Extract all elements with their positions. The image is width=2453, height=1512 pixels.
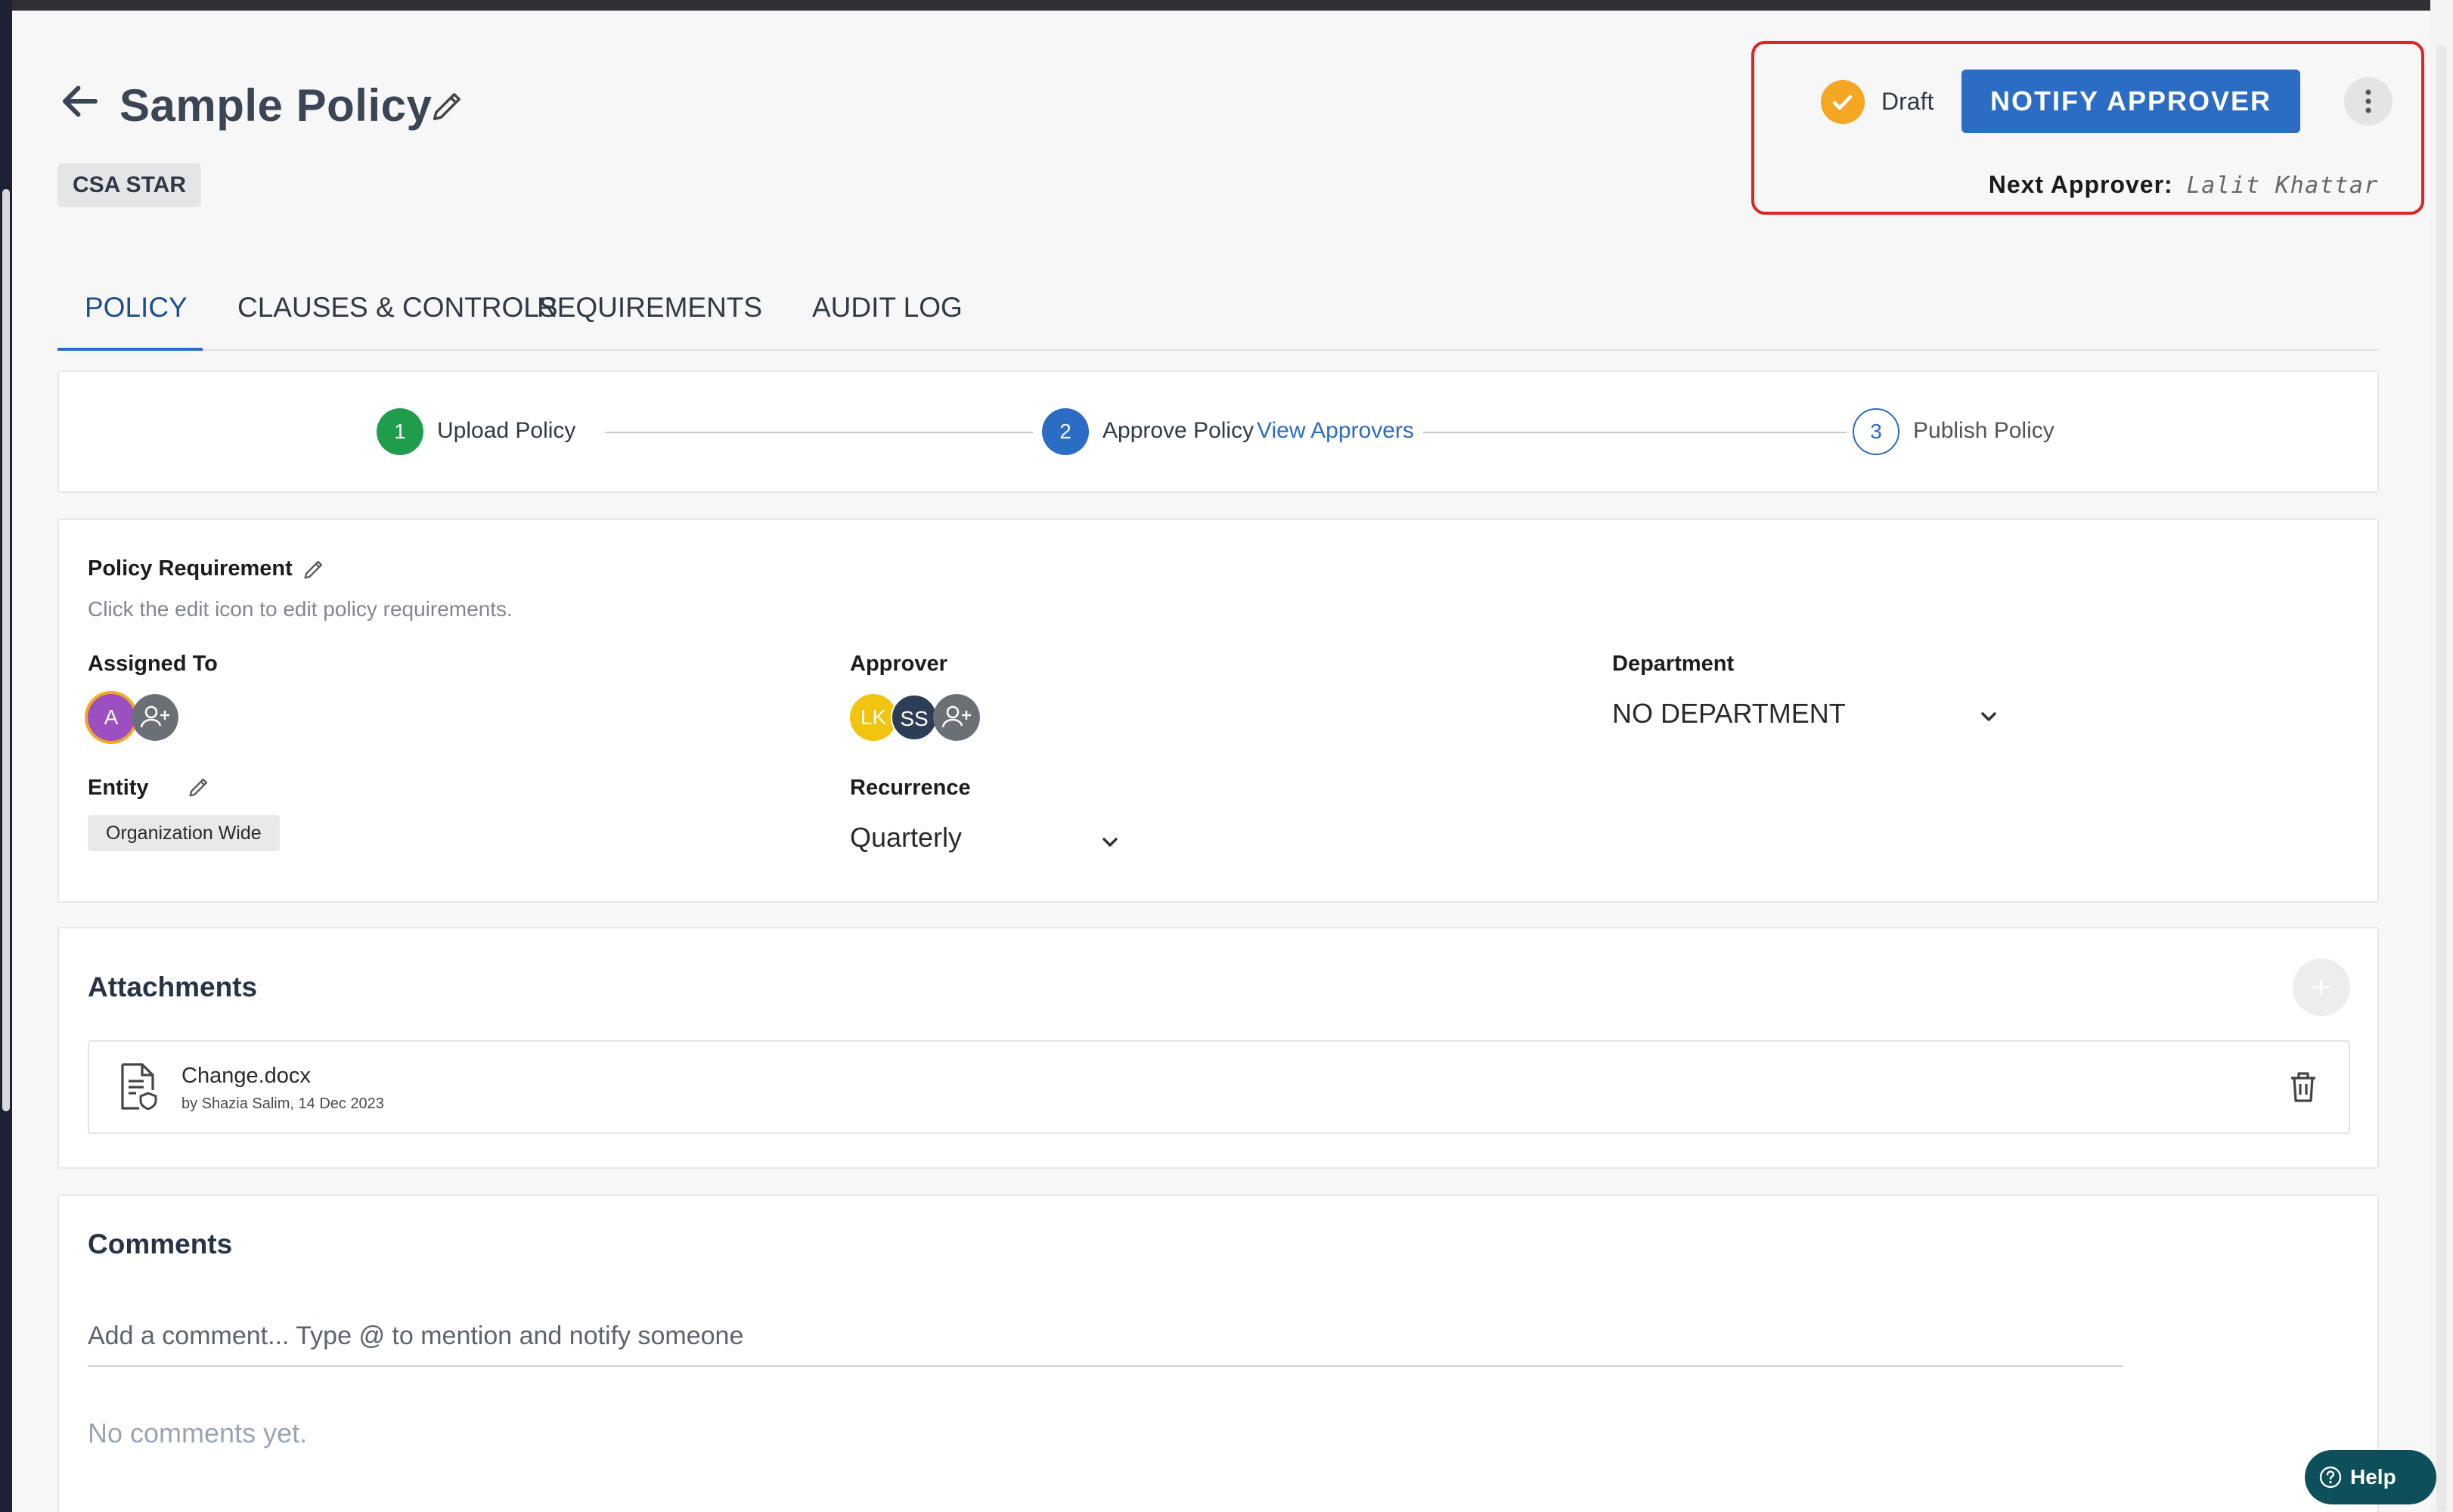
- add-assignee-icon[interactable]: [132, 694, 178, 741]
- avatar[interactable]: A: [88, 694, 135, 741]
- back-arrow-icon[interactable]: [57, 79, 103, 124]
- more-options-icon[interactable]: [2344, 77, 2393, 125]
- avatar[interactable]: SS: [891, 694, 938, 741]
- recurrence-select[interactable]: Quarterly: [850, 820, 962, 856]
- step-2-circle: 2: [1042, 408, 1089, 455]
- next-approver: Next Approver: Lalit Khattar: [1989, 169, 2379, 201]
- recurrence-label: Recurrence: [850, 776, 971, 800]
- attachments-title: Attachments: [88, 971, 258, 1002]
- step-1-label: Upload Policy: [437, 418, 576, 443]
- chevron-down-icon[interactable]: [1977, 705, 2001, 729]
- draft-check-icon: [1821, 80, 1865, 124]
- left-scrollbar-thumb[interactable]: [2, 189, 10, 1111]
- step-1-circle: 1: [377, 408, 423, 455]
- list-item[interactable]: Change.docx by Shazia Salim, 14 Dec 2023: [88, 1040, 2350, 1134]
- page-title: Sample Policy: [119, 80, 433, 131]
- next-approver-label: Next Approver:: [1988, 171, 2173, 198]
- avatar[interactable]: LK: [850, 694, 897, 741]
- help-button[interactable]: Help: [2305, 1450, 2436, 1504]
- active-tab-indicator: [57, 348, 203, 351]
- right-scrollbar-track: [2430, 0, 2453, 1512]
- help-label: Help: [2350, 1465, 2396, 1489]
- document-icon: [121, 1063, 157, 1110]
- tab-bar: POLICY CLAUSES & CONTROLS REQUIREMENTS A…: [57, 268, 2379, 351]
- policy-requirement-hint: Click the edit icon to edit policy requi…: [88, 597, 513, 621]
- entity-label: Entity: [88, 776, 149, 800]
- tab-requirements[interactable]: REQUIREMENTS: [537, 289, 762, 327]
- comment-input[interactable]: [88, 1306, 2123, 1367]
- edit-title-pencil-icon[interactable]: [428, 86, 467, 125]
- tab-audit-log[interactable]: AUDIT LOG: [812, 289, 963, 327]
- add-attachment-icon[interactable]: [2293, 959, 2350, 1016]
- tab-policy[interactable]: POLICY: [85, 289, 188, 327]
- workflow-stepper: 1 Upload Policy 2 Approve Policy View Ap…: [57, 370, 2379, 493]
- step-3-circle: 3: [1853, 408, 1899, 455]
- step-connector: [1423, 432, 1847, 433]
- tab-clauses-controls[interactable]: CLAUSES & CONTROLS: [237, 289, 558, 327]
- view-approvers-link[interactable]: View Approvers: [1257, 416, 1414, 446]
- approver-label: Approver: [850, 652, 947, 676]
- browser-top-bar: [0, 0, 2453, 11]
- step-3-label: Publish Policy: [1913, 418, 2055, 443]
- notify-approver-button[interactable]: NOTIFY APPROVER: [1961, 70, 2300, 133]
- status-label: Draft: [1881, 88, 1934, 115]
- add-approver-icon[interactable]: [933, 694, 980, 741]
- comments-card: Comments No comments yet.: [57, 1194, 2379, 1512]
- attachments-card: Attachments Change.docx by Shazia Salim,…: [57, 927, 2379, 1169]
- step-connector: [605, 432, 1033, 433]
- policy-requirement-card: Policy Requirement Click the edit icon t…: [57, 519, 2379, 903]
- right-scrollbar-thumb[interactable]: [2436, 45, 2447, 1512]
- status-panel: Draft NOTIFY APPROVER Next Approver: Lali…: [1751, 41, 2424, 215]
- trash-icon[interactable]: [2288, 1070, 2318, 1104]
- comments-title: Comments: [88, 1228, 233, 1259]
- left-scrollbar-track: [0, 0, 12, 1512]
- step-2-label: Approve Policy: [1102, 418, 1254, 443]
- policy-page: Sample Policy CSA STAR Draft NOTIFY APPR…: [12, 11, 2436, 1512]
- attachment-file-name[interactable]: Change.docx: [181, 1061, 311, 1090]
- next-approver-name: Lalit Khattar: [2186, 172, 2379, 199]
- edit-requirement-pencil-icon[interactable]: [301, 556, 327, 582]
- question-circle-icon: [2319, 1466, 2342, 1489]
- empty-comments-text: No comments yet.: [88, 1418, 308, 1448]
- chevron-down-icon[interactable]: [1098, 830, 1122, 854]
- department-label: Department: [1612, 652, 1735, 676]
- assigned-to-label: Assigned To: [88, 652, 218, 676]
- entity-chip: Organization Wide: [88, 815, 280, 851]
- department-select[interactable]: NO DEPARTMENT: [1612, 696, 1846, 732]
- framework-tag: CSA STAR: [57, 163, 201, 207]
- policy-requirement-title: Policy Requirement: [88, 556, 293, 581]
- edit-entity-pencil-icon[interactable]: [186, 774, 212, 800]
- attachment-meta: by Shazia Salim, 14 Dec 2023: [181, 1095, 384, 1112]
